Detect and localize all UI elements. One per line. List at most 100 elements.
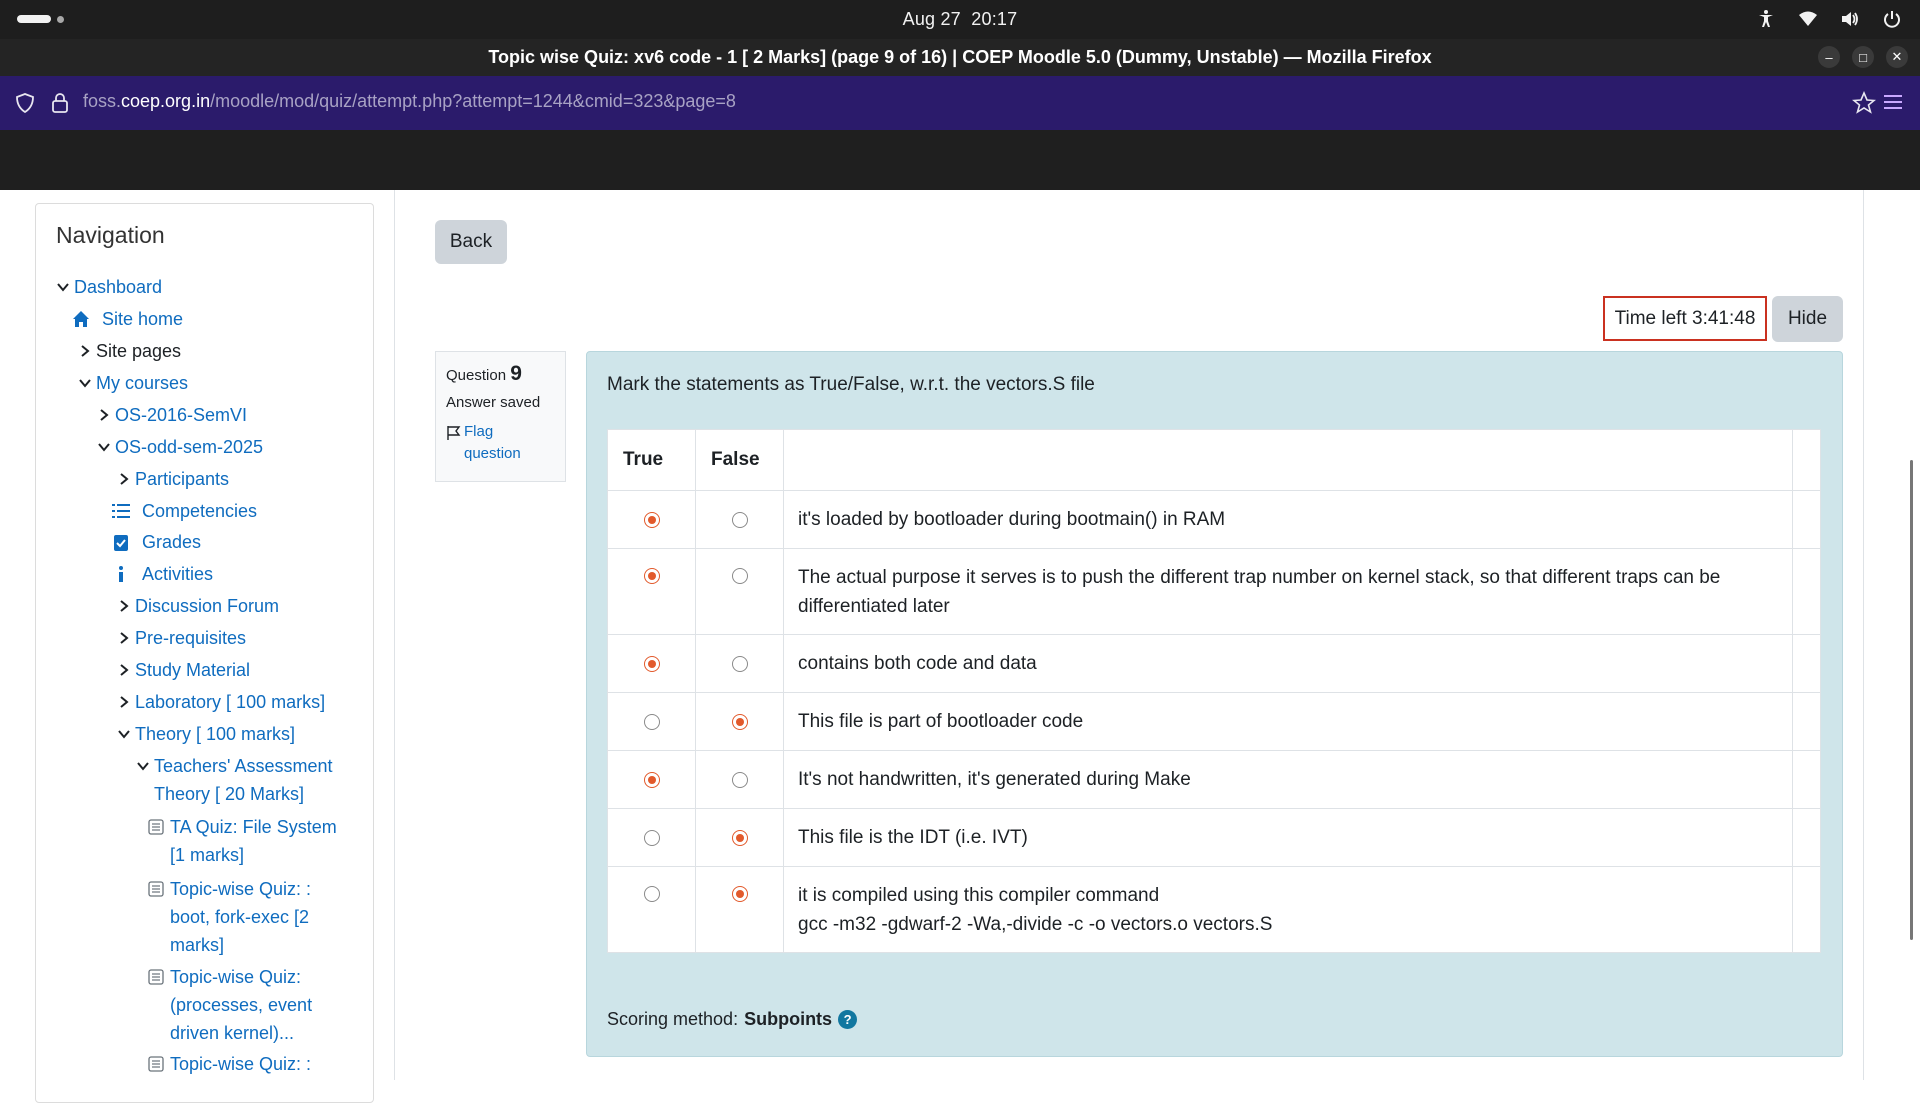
chevron-right-icon[interactable]	[117, 656, 135, 684]
radio-true[interactable]	[643, 886, 660, 902]
chevron-down-icon[interactable]	[136, 752, 154, 780]
nav-item-12[interactable]: Study Material	[117, 656, 250, 684]
scoring-method-value: Subpoints	[744, 1009, 833, 1029]
nav-item-label: Study Material	[135, 660, 251, 680]
chevron-down-icon[interactable]	[56, 273, 74, 301]
radio-false[interactable]	[731, 829, 748, 846]
help-icon[interactable]: ?	[838, 1010, 858, 1029]
statement-line: it is compiled using this compiler comma…	[798, 884, 1160, 906]
nav-item-19[interactable]: Topic-wise Quiz: :	[148, 1050, 311, 1078]
clipboard-check-icon	[112, 528, 134, 556]
radio-false[interactable]	[731, 655, 748, 672]
nav-item-10[interactable]: Discussion Forum	[117, 592, 279, 620]
back-button[interactable]: Back	[435, 220, 507, 264]
feedback-cell	[1793, 751, 1820, 808]
nav-item-0[interactable]: Dashboard	[56, 273, 162, 301]
chevron-right-icon[interactable]	[117, 465, 135, 493]
hamburger-menu-icon[interactable]	[1884, 94, 1902, 110]
shield-icon[interactable]	[15, 93, 35, 113]
chevron-down-icon[interactable]	[117, 720, 135, 748]
maximize-button[interactable]: □	[1852, 46, 1874, 68]
nav-item-1[interactable]: Site home	[72, 305, 183, 333]
chevron-right-icon[interactable]	[117, 592, 135, 620]
system-tray[interactable]	[1756, 9, 1902, 29]
nav-item-6[interactable]: Participants	[117, 465, 229, 493]
nav-item-3[interactable]: My courses	[78, 369, 188, 397]
radio-true[interactable]	[643, 771, 660, 788]
feedback-cell	[1793, 549, 1820, 634]
nav-item-label-line: Teachers' Assessment	[154, 756, 333, 776]
clock-date: Aug 27	[902, 9, 961, 29]
nav-item-label: Topic-wise Quiz: : boot, fork-exec [2 mark…	[170, 875, 311, 959]
nav-item-label: Site home	[102, 309, 184, 329]
minimize-button[interactable]: –	[1818, 46, 1840, 68]
lock-icon[interactable]	[50, 92, 70, 114]
url-field[interactable]: foss.coep.org.in/moodle/mod/quiz/attempt…	[83, 91, 736, 112]
chevron-down-icon[interactable]	[97, 433, 115, 461]
true-cell	[608, 693, 696, 750]
chevron-right-icon[interactable]	[117, 688, 135, 716]
radio-true[interactable]	[643, 568, 660, 584]
nav-item-label: TA Quiz: File System [1 marks]	[170, 813, 337, 869]
nav-item-label-line: driven kernel)...	[170, 1023, 295, 1043]
nav-item-label: Activities	[142, 564, 214, 584]
radio-false[interactable]	[731, 511, 748, 528]
statement-text: This file is part of bootloader code	[798, 707, 1083, 736]
column-header-false: False	[696, 430, 784, 490]
nav-item-11[interactable]: Pre-requisites	[117, 624, 246, 652]
chevron-right-icon[interactable]	[78, 337, 96, 365]
url-host: coep.org.in	[121, 91, 211, 111]
chevron-down-icon[interactable]	[78, 369, 96, 397]
window-controls: – □ ✕	[1818, 46, 1908, 68]
nav-item-17[interactable]: Topic-wise Quiz: : boot, fork-exec [2 mark…	[148, 875, 311, 959]
nav-item-5[interactable]: OS-odd-sem-2025	[97, 433, 263, 461]
chevron-right-icon[interactable]	[117, 624, 135, 652]
question-number-prefix: Question	[446, 367, 507, 384]
false-cell	[696, 751, 784, 808]
radio-false[interactable]	[731, 771, 748, 788]
true-cell	[608, 751, 696, 808]
flag-question-link[interactable]: Flag question	[446, 421, 555, 465]
hide-timer-button[interactable]: Hide	[1772, 296, 1843, 342]
radio-false[interactable]	[731, 886, 748, 902]
close-button[interactable]: ✕	[1886, 46, 1908, 68]
radio-true[interactable]	[643, 713, 660, 730]
column-header-statement	[784, 430, 1793, 490]
answer-table: True False it's loaded by bootloader dur…	[607, 429, 1821, 953]
nav-item-13[interactable]: Laboratory [ 100 marks]	[117, 688, 325, 716]
page-scrollbar[interactable]	[1906, 190, 1920, 1080]
nav-item-label-line: Topic-wise Quiz:	[170, 967, 302, 987]
browser-url-bar: foss.coep.org.in/moodle/mod/quiz/attempt…	[0, 76, 1920, 130]
nav-item-18[interactable]: Topic-wise Quiz: (processes, event driven …	[148, 963, 312, 1047]
radio-true[interactable]	[643, 655, 660, 672]
power-icon[interactable]	[1882, 9, 1902, 29]
answer-table-header: True False	[608, 430, 1820, 490]
statement-cell: It's not handwritten, it's generated dur…	[784, 751, 1793, 808]
nav-item-7[interactable]: Competencies	[112, 497, 257, 525]
chevron-right-icon[interactable]	[97, 401, 115, 429]
scrollbar-thumb[interactable]	[1910, 460, 1913, 940]
nav-item-8[interactable]: Grades	[112, 528, 201, 556]
quiz-icon	[148, 963, 170, 991]
nav-item-4[interactable]: OS-2016-SemVI	[97, 401, 247, 429]
home-icon	[72, 305, 94, 333]
clock[interactable]: Aug 27 20:17	[0, 9, 1920, 30]
radio-true[interactable]	[643, 829, 660, 846]
nav-item-2[interactable]: Site pages	[78, 337, 181, 365]
volume-icon[interactable]	[1840, 9, 1860, 29]
true-cell	[608, 867, 696, 952]
nav-item-label: Teachers' Assessment Theory [ 20 Marks]	[154, 752, 333, 808]
statement-cell: contains both code and data	[784, 635, 1793, 692]
accessibility-icon[interactable]	[1756, 9, 1776, 29]
nav-item-9[interactable]: Activities	[112, 560, 213, 588]
nav-item-16[interactable]: TA Quiz: File System [1 marks]	[148, 813, 337, 869]
wifi-icon[interactable]	[1798, 9, 1818, 29]
radio-false[interactable]	[731, 713, 748, 730]
radio-true[interactable]	[643, 511, 660, 528]
bookmark-star-icon[interactable]	[1852, 91, 1876, 115]
nav-item-14[interactable]: Theory [ 100 marks]	[117, 720, 295, 748]
radio-false[interactable]	[731, 568, 748, 584]
nav-item-label: OS-2016-SemVI	[115, 405, 248, 425]
false-cell	[696, 549, 784, 634]
nav-item-15[interactable]: Teachers' Assessment Theory [ 20 Marks]	[136, 752, 356, 808]
